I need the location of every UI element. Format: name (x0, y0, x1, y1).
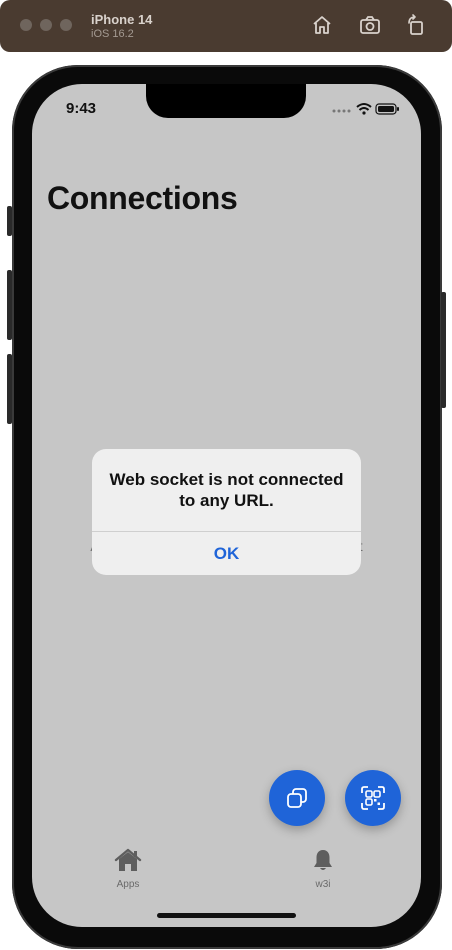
battery-icon (375, 103, 399, 115)
tab-apps-label: Apps (116, 879, 140, 890)
status-icons (332, 103, 399, 115)
notch (146, 84, 306, 118)
paste-uri-button[interactable] (269, 770, 325, 826)
device-name: iPhone 14 (91, 12, 153, 27)
simulator-toolbar: iPhone 14 iOS 16.2 (0, 0, 452, 52)
minimize-window-button[interactable] (40, 19, 52, 31)
wifi-icon (356, 103, 372, 115)
status-time: 9:43 (66, 100, 97, 117)
house-icon (114, 848, 142, 871)
zoom-window-button[interactable] (60, 19, 72, 31)
home-indicator[interactable] (157, 913, 296, 918)
device-os-version: iOS 16.2 (91, 28, 134, 40)
alert-message: Web socket is not connected to any URL. (109, 470, 344, 510)
scan-qr-button[interactable] (345, 770, 401, 826)
tab-w3i[interactable]: w3i (293, 848, 353, 890)
alert-ok-button[interactable]: OK (92, 532, 361, 575)
home-icon[interactable] (311, 14, 333, 36)
signal-icon (332, 109, 351, 113)
page-title: Connections (47, 180, 238, 216)
phone-screen: 9:43 Connections Apps onnect (32, 84, 421, 927)
screenshot-icon[interactable] (359, 14, 381, 36)
alert-dialog: Web socket is not connected to any URL. … (92, 449, 361, 575)
tab-w3i-label: w3i (315, 879, 331, 890)
silent-switch (7, 206, 12, 236)
rotate-icon[interactable] (405, 14, 427, 36)
qr-scan-icon (361, 786, 385, 810)
copy-icon (287, 788, 307, 808)
power-button (441, 292, 446, 408)
volume-down-button (7, 354, 12, 424)
tab-apps[interactable]: Apps (98, 848, 158, 890)
volume-up-button (7, 270, 12, 340)
bell-icon (314, 850, 332, 870)
close-window-button[interactable] (20, 19, 32, 31)
